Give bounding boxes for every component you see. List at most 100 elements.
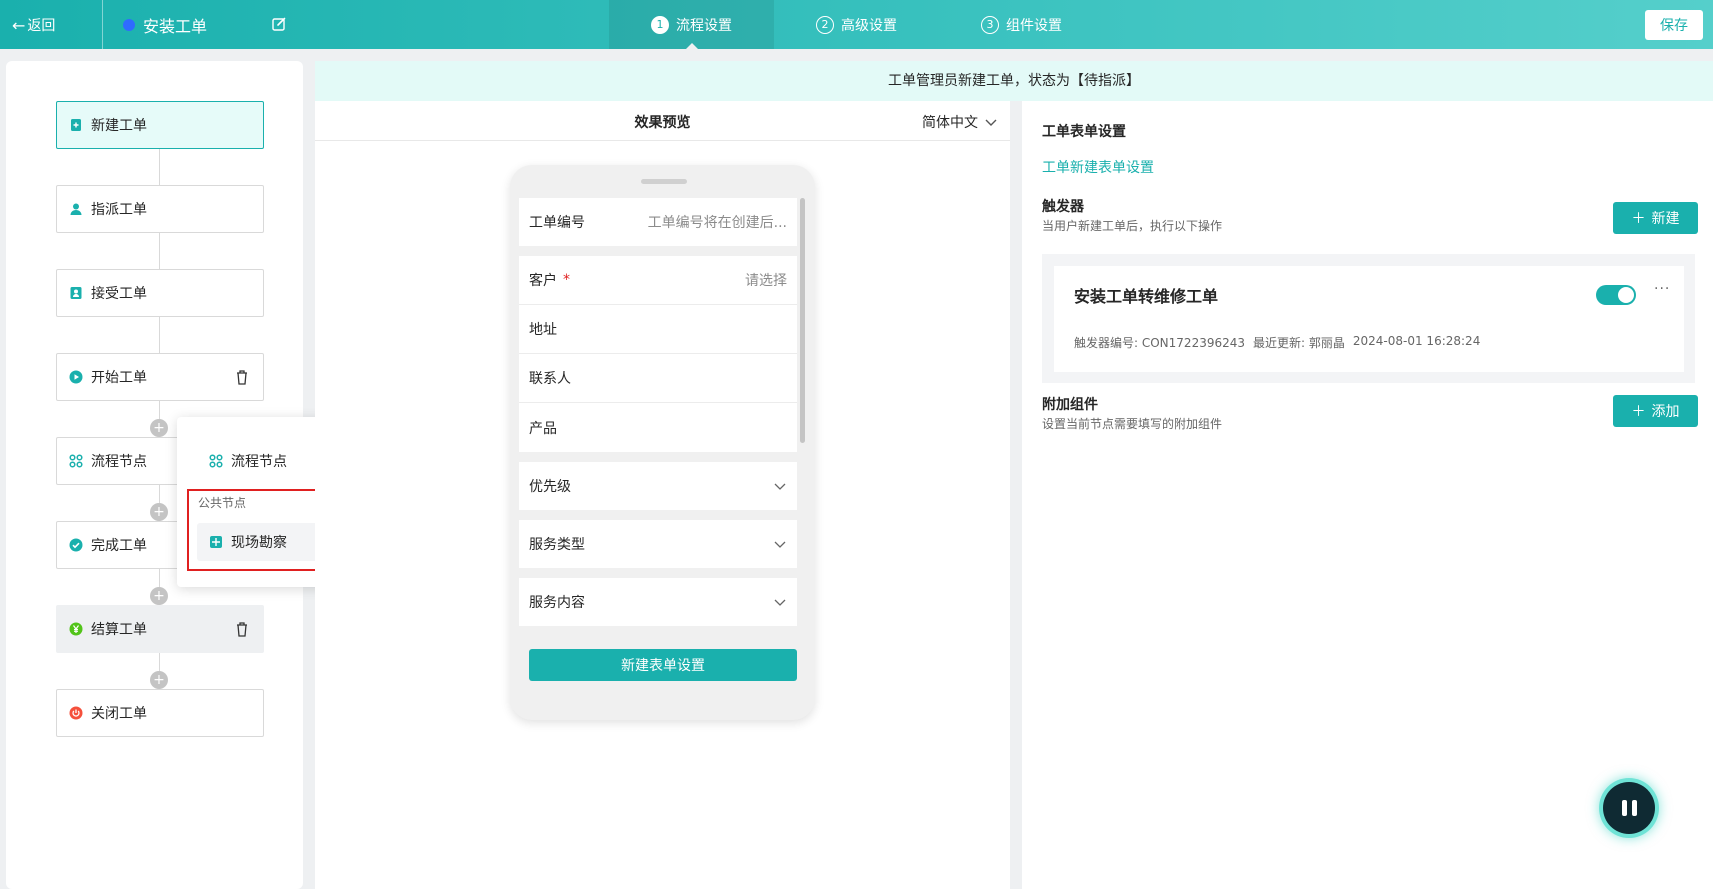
toggle-knob — [1618, 287, 1634, 303]
chevron-down-icon — [774, 541, 786, 548]
tab-label: 高级设置 — [841, 17, 897, 34]
back-label: 返回 — [27, 18, 56, 34]
nodes-icon — [209, 454, 223, 468]
field-label: 产品 — [529, 420, 557, 437]
arrow-left-icon: ← — [12, 15, 26, 35]
status-banner: 工单管理员新建工单，状态为【待指派】 — [315, 61, 1713, 101]
plus-icon: ＋ — [1631, 404, 1646, 420]
chevron-down-icon — [774, 483, 786, 490]
yen-icon — [69, 622, 83, 636]
settings-panel: 工单表单设置 工单新建表单设置 触发器 当用户新建工单后，执行以下操作 ＋ 新建… — [1022, 101, 1713, 889]
app-title: 安装工单 — [123, 13, 207, 37]
flow-node-assign[interactable]: 指派工单 — [56, 185, 264, 233]
phone-preview: 工单编号 工单编号将在创建后... 客户 * 请选择 地址 联系人 产品 优先级 — [510, 165, 815, 720]
flow-node-settle[interactable]: 结算工单 — [56, 605, 264, 653]
field-service-type[interactable]: 服务类型 — [519, 520, 797, 568]
node-label: 流程节点 — [91, 454, 147, 470]
accept-icon — [70, 287, 82, 299]
field-placeholder: 工单编号将在创建后... — [647, 215, 787, 231]
chevron-down-icon — [985, 119, 997, 126]
add-node-plus-icon[interactable]: + — [150, 587, 168, 605]
add-component-button[interactable]: ＋ 添加 — [1613, 395, 1698, 427]
node-label: 结算工单 — [91, 622, 147, 638]
button-label: 添加 — [1651, 404, 1680, 420]
tab-advanced-settings[interactable]: 2 高级设置 — [774, 0, 939, 49]
top-bar: ← 返回 安装工单 1 流程设置 2 高级设置 3 组件设置 保存 — [0, 0, 1713, 49]
new-form-settings-button[interactable]: 新建表单设置 — [529, 649, 797, 681]
settings-title: 工单表单设置 — [1042, 124, 1126, 140]
check-icon — [69, 538, 83, 552]
preview-title: 效果预览 — [634, 115, 691, 131]
field-priority[interactable]: 优先级 — [519, 462, 797, 510]
plus-icon: ＋ — [1631, 211, 1646, 227]
app-title-text: 安装工单 — [143, 17, 208, 36]
field-label: 服务内容 — [529, 595, 585, 611]
flow-node-create[interactable]: 新建工单 — [56, 101, 264, 149]
language-value: 简体中文 — [922, 115, 978, 131]
flow-node-start[interactable]: 开始工单 — [56, 353, 264, 401]
flow-node-close[interactable]: 关闭工单 — [56, 689, 264, 737]
field-label: 联系人 — [529, 371, 571, 387]
tab-component-settings[interactable]: 3 组件设置 — [939, 0, 1104, 49]
field-service-content[interactable]: 服务内容 — [519, 578, 797, 626]
save-button[interactable]: 保存 — [1645, 10, 1703, 40]
trigger-section-title: 触发器 — [1042, 199, 1084, 215]
button-label: 新建 — [1651, 211, 1680, 227]
phone-notch — [641, 179, 687, 184]
step-tabs: 1 流程设置 2 高级设置 3 组件设置 — [609, 0, 1104, 49]
trigger-updated-by: 最近更新: 郭丽晶 — [1253, 336, 1345, 350]
preview-header: 效果预览 简体中文 — [315, 101, 1010, 141]
field-address[interactable]: 地址 — [519, 305, 797, 354]
required-mark: * — [563, 272, 570, 288]
language-select[interactable]: 简体中文 — [922, 112, 998, 132]
trigger-code: 触发器编号: CON1722396243 — [1074, 336, 1246, 350]
trigger-section-desc: 当用户新建工单后，执行以下操作 — [1042, 219, 1223, 233]
add-node-plus-icon[interactable]: + — [150, 419, 168, 437]
more-icon[interactable]: ··· — [1654, 281, 1670, 297]
phone-screen: 工单编号 工单编号将在创建后... 客户 * 请选择 地址 联系人 产品 优先级 — [519, 198, 797, 637]
field-label: 工单编号 — [529, 215, 585, 231]
field-contact[interactable]: 联系人 — [519, 354, 797, 403]
power-icon — [69, 706, 83, 720]
pause-icon[interactable] — [1603, 782, 1655, 834]
trigger-list: 安装工单转维修工单 ··· 触发器编号: CON1722396243 最近更新:… — [1042, 254, 1695, 383]
trigger-updated-at: 2024-08-01 16:28:24 — [1352, 334, 1481, 348]
node-label: 开始工单 — [91, 370, 147, 386]
status-dot-icon — [123, 19, 135, 31]
field-product[interactable]: 产品 — [519, 403, 797, 452]
header-divider — [102, 0, 103, 49]
trash-icon[interactable] — [235, 369, 249, 385]
new-trigger-button[interactable]: ＋ 新建 — [1613, 202, 1698, 234]
step-number: 2 — [816, 15, 834, 34]
trigger-meta: 触发器编号: CON1722396243 最近更新: 郭丽晶 2024-08-0… — [1074, 334, 1480, 351]
node-label: 新建工单 — [91, 118, 147, 134]
user-icon — [70, 203, 82, 215]
field-order-number[interactable]: 工单编号 工单编号将在创建后... — [519, 198, 797, 246]
tab-label: 流程设置 — [676, 17, 732, 34]
add-node-plus-icon[interactable]: + — [150, 503, 168, 521]
trigger-name: 安装工单转维修工单 — [1074, 287, 1219, 306]
node-label: 接受工单 — [91, 286, 147, 302]
trigger-toggle[interactable] — [1596, 285, 1636, 305]
flow-node-accept[interactable]: 接受工单 — [56, 269, 264, 317]
step-number: 3 — [981, 15, 999, 34]
chevron-down-icon — [774, 599, 786, 606]
add-node-plus-icon[interactable]: + — [150, 671, 168, 689]
nodes-icon — [69, 454, 83, 468]
form-settings-link[interactable]: 工单新建表单设置 — [1042, 157, 1154, 177]
addon-section-desc: 设置当前节点需要填写的附加组件 — [1042, 417, 1223, 431]
field-customer[interactable]: 客户 * 请选择 — [519, 256, 797, 305]
phone-scrollbar[interactable] — [800, 198, 805, 443]
popup-item-flow-node[interactable]: 流程节点 — [209, 451, 287, 471]
tab-flow-settings[interactable]: 1 流程设置 — [609, 0, 774, 49]
node-label: 完成工单 — [91, 538, 147, 554]
field-label: 地址 — [529, 322, 557, 338]
back-button[interactable]: ← 返回 — [12, 15, 55, 35]
edit-icon[interactable] — [271, 16, 287, 32]
step-number: 1 — [651, 15, 669, 34]
node-label: 关闭工单 — [91, 706, 147, 722]
preview-area: 效果预览 简体中文 工单编号 工单编号将在创建后... 客户 * 请选择 地址 … — [315, 101, 1010, 889]
field-label: 客户 — [529, 273, 557, 289]
trash-icon[interactable] — [235, 621, 249, 637]
trigger-card[interactable]: 安装工单转维修工单 ··· 触发器编号: CON1722396243 最近更新:… — [1054, 266, 1684, 372]
